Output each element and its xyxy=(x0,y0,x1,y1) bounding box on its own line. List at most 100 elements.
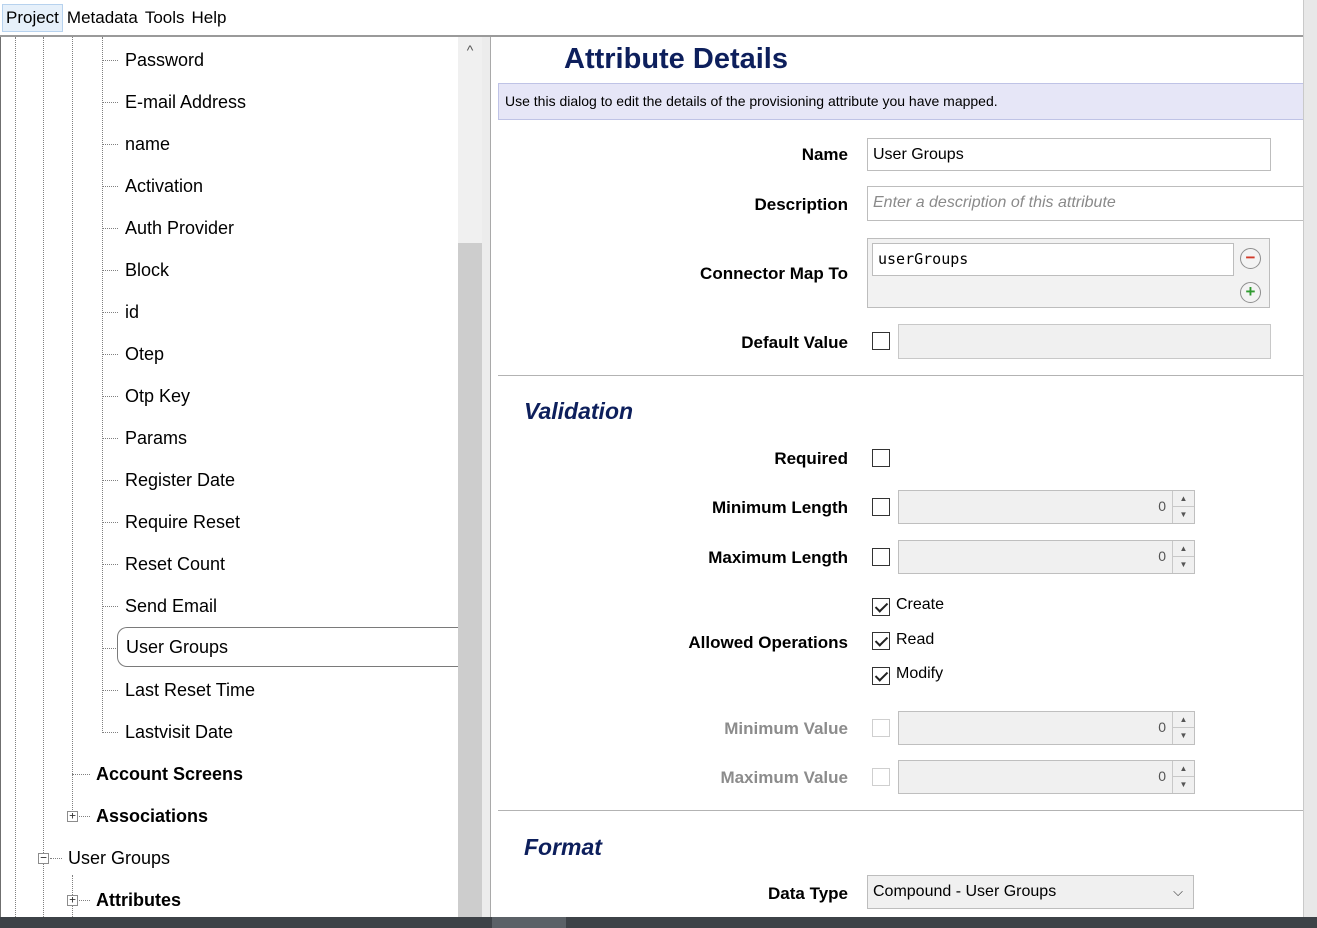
min-value-spinner[interactable]: 0 ▲ ▼ xyxy=(898,711,1195,745)
page-title: Attribute Details xyxy=(564,43,788,75)
required-label: Required xyxy=(774,449,848,468)
tree-item-reset-count[interactable]: Reset Count xyxy=(125,553,225,575)
spin-up-icon[interactable]: ▲ xyxy=(1173,541,1194,557)
tree-connector xyxy=(102,270,118,271)
tree-item-lastvisit-date[interactable]: Lastvisit Date xyxy=(125,721,233,743)
tree-scrollbar[interactable]: ^ xyxy=(458,37,482,917)
tree-connector xyxy=(102,396,118,397)
connector-map-label: Connector Map To xyxy=(700,264,848,283)
tree-connector xyxy=(102,480,118,481)
format-heading: Format xyxy=(524,834,602,860)
max-value-value: 0 xyxy=(1158,768,1166,784)
data-type-select[interactable]: Compound - User Groups ⌵ xyxy=(867,875,1194,909)
tree-connector xyxy=(102,60,118,61)
allowed-operations-label: Allowed Operations xyxy=(688,633,848,652)
chevron-down-icon[interactable]: ⌵ xyxy=(1173,876,1183,908)
description-input[interactable]: Enter a description of this attribute xyxy=(867,186,1303,221)
min-length-value: 0 xyxy=(1158,498,1166,514)
tree-connector xyxy=(102,186,118,187)
bottom-bar-segment xyxy=(492,917,566,928)
spin-down-icon[interactable]: ▼ xyxy=(1173,777,1194,793)
tree-item-send-email[interactable]: Send Email xyxy=(125,595,217,617)
min-value-label: Minimum Value xyxy=(724,719,848,738)
name-input[interactable]: User Groups xyxy=(867,138,1271,171)
connector-map-entry[interactable]: userGroups xyxy=(872,243,1234,276)
max-value-label: Maximum Value xyxy=(720,768,848,787)
tree-connector xyxy=(50,858,62,859)
read-checkbox[interactable] xyxy=(872,632,890,650)
expand-plus-icon[interactable]: + xyxy=(67,894,78,906)
max-length-spinner[interactable]: 0 ▲ ▼ xyxy=(898,540,1195,574)
tree-item-user-groups-node[interactable]: User Groups xyxy=(68,847,170,869)
tree-guide-line xyxy=(72,37,73,810)
spin-up-icon[interactable]: ▲ xyxy=(1173,761,1194,777)
data-type-label: Data Type xyxy=(768,884,848,903)
tree-item-auth-provider[interactable]: Auth Provider xyxy=(125,217,234,239)
spin-down-icon[interactable]: ▼ xyxy=(1173,557,1194,573)
remove-mapping-icon[interactable]: − xyxy=(1240,248,1261,269)
tree-item-otp-key[interactable]: Otp Key xyxy=(125,385,190,407)
window-frame-edge xyxy=(1303,0,1317,928)
tree-connector xyxy=(102,606,118,607)
connector-map-list: userGroups − + xyxy=(867,238,1270,308)
tree-connector xyxy=(79,816,90,817)
tree-item-email-address[interactable]: E-mail Address xyxy=(125,91,246,113)
attribute-details-panel: Attribute Details Use this dialog to edi… xyxy=(491,37,1303,917)
tree-item-activation[interactable]: Activation xyxy=(125,175,203,197)
tree-item-user-groups-selected[interactable]: User Groups xyxy=(117,627,458,667)
spin-down-icon[interactable]: ▼ xyxy=(1173,507,1194,523)
tree-connector xyxy=(102,438,118,439)
spinner-buttons[interactable]: ▲ ▼ xyxy=(1172,761,1194,793)
menu-project[interactable]: Project xyxy=(2,3,63,32)
spinner-buttons[interactable]: ▲ ▼ xyxy=(1172,712,1194,744)
min-length-checkbox[interactable] xyxy=(872,498,890,516)
tree-item-last-reset-time[interactable]: Last Reset Time xyxy=(125,679,255,701)
spin-down-icon[interactable]: ▼ xyxy=(1173,728,1194,744)
spin-up-icon[interactable]: ▲ xyxy=(1173,712,1194,728)
scroll-up-icon[interactable]: ^ xyxy=(458,37,482,61)
spinner-buttons[interactable]: ▲ ▼ xyxy=(1172,491,1194,523)
min-length-spinner[interactable]: 0 ▲ ▼ xyxy=(898,490,1195,524)
spinner-buttons[interactable]: ▲ ▼ xyxy=(1172,541,1194,573)
create-label: Create xyxy=(896,596,945,613)
tree-item-register-date[interactable]: Register Date xyxy=(125,469,235,491)
spin-up-icon[interactable]: ▲ xyxy=(1173,491,1194,507)
required-checkbox[interactable] xyxy=(872,449,890,467)
max-value-spinner[interactable]: 0 ▲ ▼ xyxy=(898,760,1195,794)
section-divider xyxy=(498,810,1303,811)
tree-connector xyxy=(102,102,118,103)
default-value-checkbox[interactable] xyxy=(872,332,890,350)
tree-connector xyxy=(102,228,118,229)
tree-item-account-screens[interactable]: Account Screens xyxy=(96,763,243,785)
tree-item-otep[interactable]: Otep xyxy=(125,343,164,365)
add-mapping-icon[interactable]: + xyxy=(1240,282,1261,303)
collapse-minus-icon[interactable]: − xyxy=(38,852,49,864)
tree-guide-line xyxy=(102,37,103,733)
create-checkbox[interactable] xyxy=(872,598,890,616)
tree-item-block[interactable]: Block xyxy=(125,259,169,281)
tree-connector xyxy=(72,774,90,775)
tree-connector xyxy=(102,690,118,691)
menu-metadata[interactable]: Metadata xyxy=(64,4,141,32)
tree-item-password[interactable]: Password xyxy=(125,49,204,71)
splitter[interactable] xyxy=(482,37,490,917)
min-value-checkbox[interactable] xyxy=(872,719,890,737)
menu-tools[interactable]: Tools xyxy=(142,4,188,32)
modify-checkbox[interactable] xyxy=(872,667,890,685)
max-value-checkbox[interactable] xyxy=(872,768,890,786)
expand-plus-icon[interactable]: + xyxy=(67,810,78,822)
section-divider xyxy=(498,375,1303,376)
tree-item-attributes[interactable]: Attributes xyxy=(96,889,181,911)
min-length-label: Minimum Length xyxy=(712,498,848,517)
tree-item-params[interactable]: Params xyxy=(125,427,187,449)
tree-item-id[interactable]: id xyxy=(125,301,139,323)
project-tree[interactable]: Password E-mail Address name Activation … xyxy=(0,37,458,917)
scrollbar-thumb[interactable] xyxy=(458,243,482,917)
max-length-checkbox[interactable] xyxy=(872,548,890,566)
default-value-input[interactable] xyxy=(898,324,1271,359)
tree-item-require-reset[interactable]: Require Reset xyxy=(125,511,240,533)
data-type-value: Compound - User Groups xyxy=(873,883,1057,900)
tree-item-name[interactable]: name xyxy=(125,133,170,155)
menu-help[interactable]: Help xyxy=(189,4,230,32)
tree-item-associations[interactable]: Associations xyxy=(96,805,208,827)
